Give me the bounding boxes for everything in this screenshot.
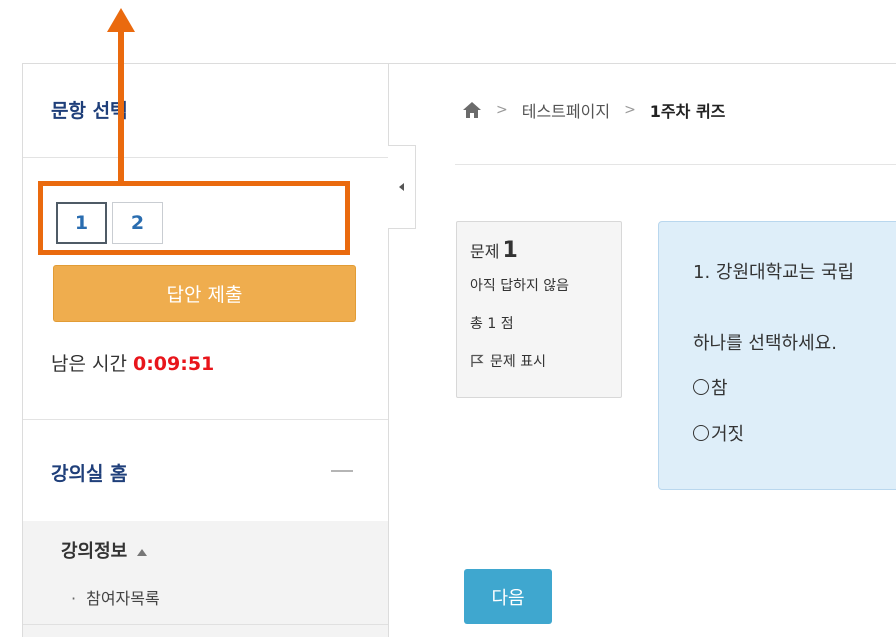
timer-label: 남은 시간 [51, 353, 127, 375]
caret-up-icon [137, 548, 148, 556]
question-info-box: 문제 1 아직 답하지 않음 총 1 점 문제 표시 [456, 221, 622, 398]
annotation-highlight-box [38, 181, 350, 255]
breadcrumb-current: 1주차 퀴즈 [649, 102, 726, 121]
annotation-arrow-head-icon [107, 8, 135, 32]
question-nav-title: 문항 선택 [51, 100, 128, 122]
divider [23, 419, 388, 420]
question-text: 1. 강원대학교는 국립 [693, 262, 855, 283]
option-label: 참 [711, 378, 728, 399]
course-home-link[interactable]: 강의실 홈 [51, 459, 128, 486]
timer-value: 0:09:51 [132, 353, 215, 375]
flag-label: 문제 표시 [490, 354, 546, 370]
question-number: 문제 1 [470, 238, 608, 263]
flag-icon [471, 354, 484, 367]
collapse-icon[interactable] [331, 470, 353, 472]
answer-status: 아직 답하지 않음 [470, 278, 570, 294]
chevron-left-icon [399, 183, 404, 191]
home-icon[interactable] [462, 101, 482, 119]
divider [455, 164, 896, 165]
radio-icon[interactable] [693, 379, 709, 395]
bullet-icon: · [71, 589, 77, 608]
question-number-value: 1 [502, 238, 518, 263]
course-info-title[interactable]: 강의정보 [61, 537, 148, 563]
timer: 남은 시간 0:09:51 [51, 349, 214, 376]
quiz-page: 문항 선택 1 2 답안 제출 남은 시간 0:09:51 강의실 홈 강의정보 … [0, 0, 896, 637]
breadcrumb: > 테스트페이지 > 1주차 퀴즈 [462, 98, 725, 122]
divider [23, 157, 388, 158]
answer-option-false[interactable]: 거짓 [693, 420, 744, 446]
next-button[interactable]: 다음 [464, 569, 552, 624]
question-points: 총 1 점 [470, 316, 514, 332]
quiz-sidebar: 문항 선택 1 2 답안 제출 남은 시간 0:09:51 강의실 홈 강의정보 … [22, 63, 389, 637]
option-label: 거짓 [711, 424, 745, 445]
breadcrumb-separator: > [624, 102, 636, 118]
course-info-section: 강의정보 · 참여자목록 [23, 521, 388, 637]
breadcrumb-test-page[interactable]: 테스트페이지 [522, 98, 610, 122]
annotation-arrow-line [118, 30, 124, 182]
submit-answers-button[interactable]: 답안 제출 [53, 265, 356, 322]
participants-link[interactable]: · 참여자목록 [71, 585, 160, 609]
radio-icon[interactable] [693, 425, 709, 441]
answer-option-true[interactable]: 참 [693, 374, 728, 400]
course-info-label: 강의정보 [61, 541, 128, 562]
top-border [389, 63, 896, 64]
question-content: 1. 강원대학교는 국립 하나를 선택하세요. 참 거짓 [658, 221, 896, 490]
divider [23, 624, 388, 625]
breadcrumb-separator: > [496, 102, 508, 118]
participants-label: 참여자목록 [86, 589, 160, 608]
answer-prompt: 하나를 선택하세요. [693, 333, 837, 354]
flag-question[interactable]: 문제 표시 [470, 351, 608, 371]
sidebar-toggle-button[interactable] [388, 145, 416, 229]
question-label: 문제 [470, 242, 500, 261]
